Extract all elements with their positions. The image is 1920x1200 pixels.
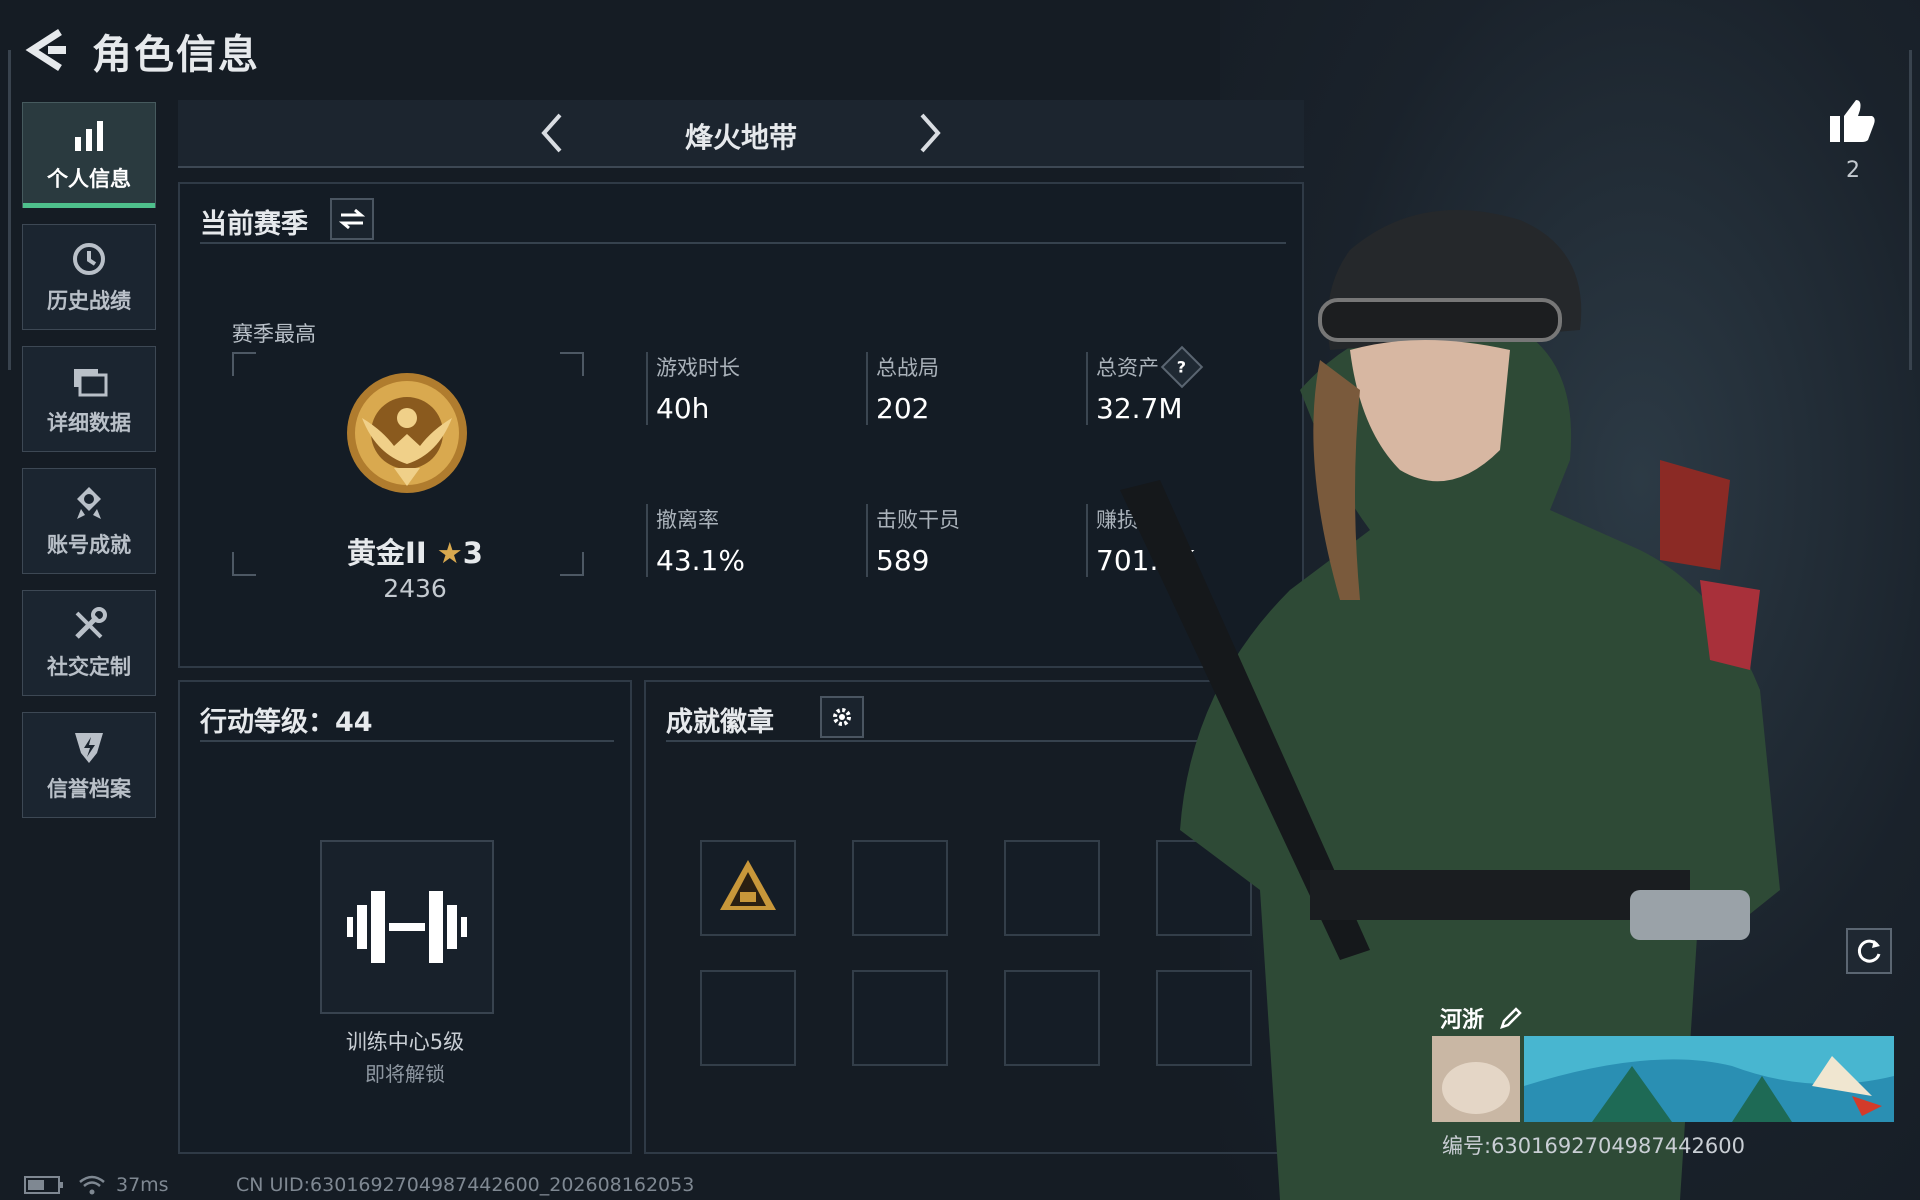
sidebar-item-achievements[interactable]: 账号成就 [22, 468, 156, 574]
dumbbell-icon [347, 891, 467, 963]
sidebar-item-label: 社交定制 [47, 655, 131, 679]
stat-label: 撤离率 [656, 508, 719, 532]
sidebar-item-detail-data[interactable]: 详细数据 [22, 346, 156, 452]
stat-total-matches: 总战局 202 [866, 352, 1076, 425]
training-center-reward[interactable] [320, 840, 494, 1014]
stat-operators-defeated: 击败干员 589 [866, 504, 1076, 577]
sidebar-item-label: 历史战绩 [47, 289, 131, 313]
badge-settings-button[interactable] [820, 696, 864, 738]
action-level-panel: 行动等级：44 训练中心5级 即将解锁 [178, 680, 632, 1154]
name-card-id: 编号:6301692704987442600 [1442, 1134, 1745, 1158]
edit-pencil-icon[interactable] [1498, 1005, 1524, 1031]
sidebar-item-label: 信誉档案 [47, 777, 131, 801]
stat-value: 43.1% [656, 544, 745, 577]
user-uid: CN UID:6301692704987442600_202608162053 [236, 1174, 695, 1196]
badge-slot[interactable] [1004, 840, 1100, 936]
page-title: 角色信息 [92, 32, 260, 78]
training-center-status: 即将解锁 [365, 1062, 445, 1086]
achievement-medal-icon [77, 487, 101, 519]
rank-name: 黄金II ★3 [347, 536, 483, 570]
refresh-icon [1857, 939, 1881, 963]
right-edge-scrollbar [1909, 50, 1912, 370]
status-footer: 37ms [24, 1174, 169, 1196]
left-edge-scrollbar [8, 50, 11, 370]
sidebar-item-label: 账号成就 [47, 533, 131, 557]
season-best-label: 赛季最高 [232, 322, 316, 346]
badge-slot[interactable] [852, 840, 948, 936]
sidebar-item-personal-info[interactable]: 个人信息 [22, 102, 156, 208]
battery-icon [24, 1176, 63, 1194]
sidebar-item-label: 详细数据 [47, 411, 131, 435]
ping-value: 37ms [116, 1174, 169, 1196]
sidebar-item-label: 个人信息 [47, 167, 131, 191]
switch-season-button[interactable] [330, 198, 374, 240]
rank-score: 2436 [383, 574, 447, 603]
mountain-badge-icon [720, 860, 776, 910]
action-level-title: 行动等级：44 [200, 707, 373, 738]
badge-slot[interactable] [852, 970, 948, 1066]
wifi-signal-icon [79, 1175, 105, 1195]
back-button[interactable] [20, 22, 70, 78]
sidebar: 个人信息 历史战绩 详细数据 账号成就 社交定制 信誉档案 [22, 102, 158, 834]
tools-wrench-icon [75, 607, 107, 639]
badge-slot[interactable] [1004, 970, 1100, 1066]
sidebar-item-history[interactable]: 历史战绩 [22, 224, 156, 330]
name-card-banner[interactable] [1432, 1036, 1894, 1122]
stat-label: 击败干员 [876, 508, 960, 532]
sidebar-item-credit-file[interactable]: 信誉档案 [22, 712, 156, 818]
swap-arrows-icon [339, 208, 365, 230]
stat-label: 总战局 [876, 356, 939, 380]
chevron-right-icon[interactable] [904, 109, 952, 157]
stat-value: 202 [876, 392, 930, 425]
bar-chart-icon [75, 121, 103, 151]
badge-slot[interactable] [700, 840, 796, 936]
stat-extraction-rate: 撤离率 43.1% [646, 504, 856, 577]
thumbs-up-like-button[interactable] [1828, 96, 1878, 146]
gold-rank-emblem-icon [347, 373, 467, 493]
rotate-model-button[interactable] [1846, 928, 1892, 974]
like-count: 2 [1846, 158, 1860, 183]
star-icon: ★ [436, 536, 463, 570]
name-card-label: 河浙 [1440, 1002, 1524, 1034]
badge-slot[interactable] [700, 970, 796, 1066]
history-clock-icon [73, 243, 105, 275]
stat-label: 游戏时长 [656, 356, 740, 380]
badges-title: 成就徽章 [666, 707, 774, 738]
stat-play-time: 游戏时长 40h [646, 352, 856, 425]
sidebar-item-social-custom[interactable]: 社交定制 [22, 590, 156, 696]
training-center-name: 训练中心5级 [345, 1030, 465, 1054]
gear-icon [833, 708, 851, 726]
stat-value: 589 [876, 544, 930, 577]
season-title: 当前赛季 [200, 209, 308, 240]
shield-lightning-icon [75, 733, 103, 763]
back-arrow-icon [25, 29, 66, 71]
stat-value: 40h [656, 392, 710, 425]
folder-stack-icon [74, 369, 108, 397]
action-level-header: 行动等级：44 [200, 696, 614, 742]
